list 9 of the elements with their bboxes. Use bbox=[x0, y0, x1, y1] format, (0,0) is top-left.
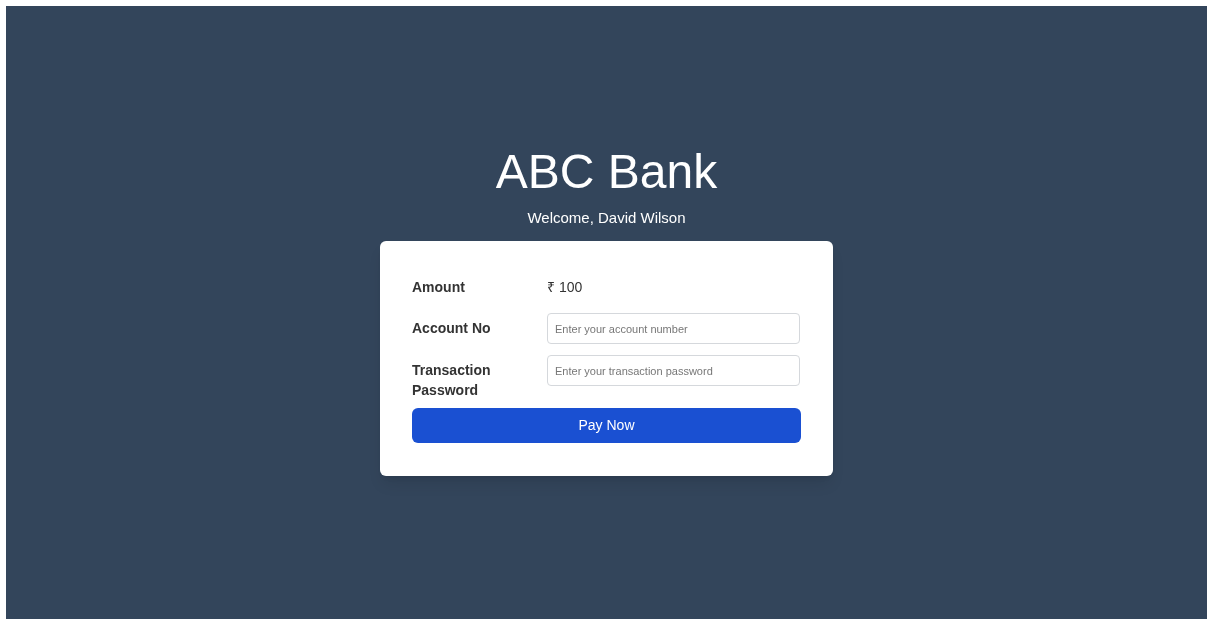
field-label: Account No bbox=[412, 319, 492, 338]
amount-label: Amount bbox=[412, 277, 466, 297]
welcome-text: Welcome, David Wilson bbox=[527, 209, 686, 227]
bank-title: ABC Bank bbox=[495, 144, 718, 200]
input-field[interactable]: Enter your account number bbox=[547, 313, 800, 344]
amount-value: ₹ 100 bbox=[547, 277, 583, 297]
input-field[interactable]: Enter your transaction password bbox=[547, 355, 800, 386]
field-label: Transaction Password bbox=[412, 361, 492, 400]
pay-now-button[interactable]: Pay Now bbox=[412, 408, 801, 443]
